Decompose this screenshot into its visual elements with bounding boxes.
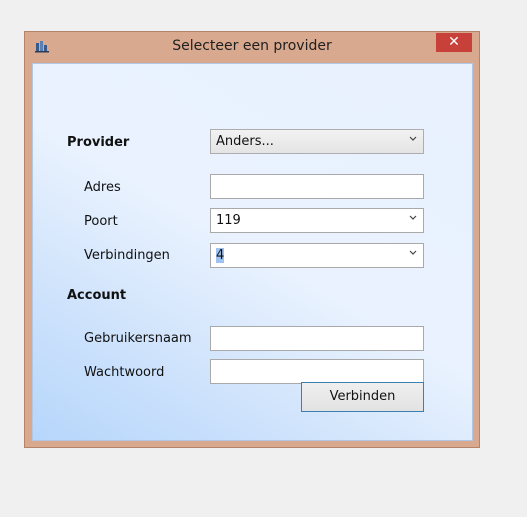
dialog-content: Provider Anders... Adres Poort 119 Verbi…	[32, 63, 473, 441]
provider-label: Provider	[67, 135, 130, 150]
port-combobox[interactable]: 119	[210, 208, 424, 233]
address-label: Adres	[84, 180, 121, 195]
chevron-down-icon[interactable]	[408, 247, 418, 257]
password-input[interactable]	[210, 359, 424, 384]
provider-dialog: Selecteer een provider ✕ Provider Anders…	[24, 31, 480, 448]
provider-selected-value: Anders...	[216, 134, 274, 149]
window-title: Selecteer een provider	[172, 38, 332, 54]
connect-button[interactable]: Verbinden	[301, 382, 424, 412]
port-label: Poort	[84, 214, 118, 229]
provider-select[interactable]: Anders...	[210, 129, 424, 154]
title-bar[interactable]: Selecteer een provider ✕	[25, 32, 479, 62]
password-label: Wachtwoord	[84, 365, 165, 380]
username-label: Gebruikersnaam	[84, 331, 192, 346]
chevron-down-icon[interactable]	[408, 212, 418, 222]
connections-value: 4	[216, 248, 225, 263]
connections-combobox[interactable]: 4	[210, 243, 424, 268]
chevron-down-icon	[409, 136, 417, 141]
close-button[interactable]: ✕	[436, 33, 472, 52]
connections-label: Verbindingen	[84, 248, 170, 263]
address-input[interactable]	[210, 174, 424, 199]
port-value: 119	[216, 213, 241, 228]
close-icon: ✕	[448, 34, 460, 50]
account-heading: Account	[67, 288, 127, 303]
username-input[interactable]	[210, 326, 424, 351]
